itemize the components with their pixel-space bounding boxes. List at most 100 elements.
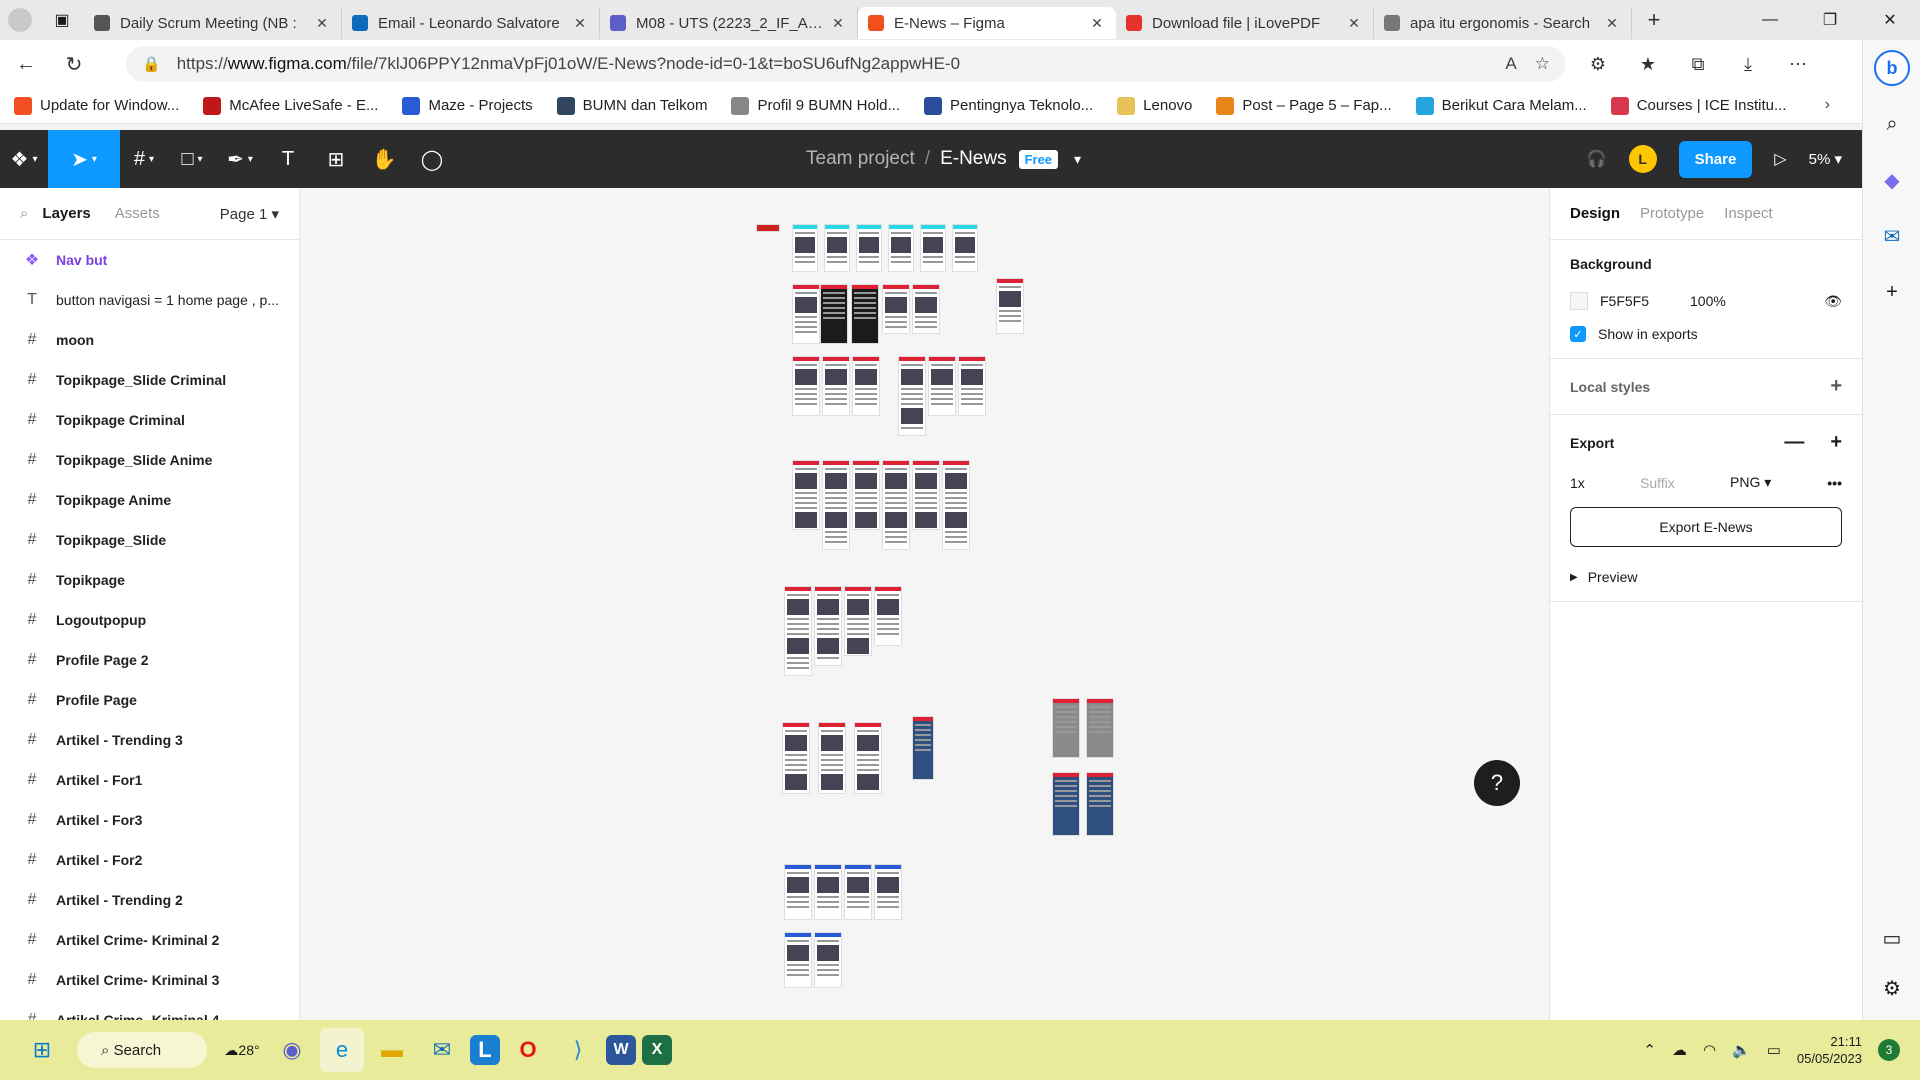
url-field[interactable]: 🔒 https://www.figma.com/file/7klJ06PPY12… [126,46,1566,82]
browser-tab[interactable]: apa itu ergonomis - Search ✕ [1374,7,1632,39]
preview-toggle[interactable]: Preview [1588,569,1638,585]
layer-item[interactable]: # Topikpage_Slide Criminal [0,360,299,400]
canvas-frame-thumbnail[interactable] [844,864,872,920]
shape-tool-icon[interactable]: □ ▾ [168,130,216,188]
tray-chevron-icon[interactable]: ⌃ [1643,1041,1656,1059]
canvas-frame-thumbnail[interactable] [784,586,812,676]
mail-icon[interactable]: ✉ [420,1028,464,1072]
canvas-component-marker[interactable] [756,224,780,232]
file-explorer-icon[interactable]: ▬ [370,1028,414,1072]
bookmark-item[interactable]: Pentingnya Teknolo... [924,96,1093,115]
browser-tab[interactable]: M08 - UTS (2223_2_IF_A_SI ✕ [600,7,858,39]
browser-tab[interactable]: E-News – Figma ✕ [858,7,1116,39]
tab-close-icon[interactable]: ✕ [1603,15,1621,32]
tab-prototype[interactable]: Prototype [1640,205,1704,222]
tab-design[interactable]: Design [1570,205,1620,222]
canvas-frame-thumbnail[interactable] [782,722,810,794]
add-export-icon[interactable]: + [1830,431,1842,454]
zoom-dropdown[interactable]: 5% ▾ [1809,150,1842,168]
export-suffix-input[interactable]: Suffix [1640,475,1730,491]
canvas-frame-thumbnail[interactable] [928,356,956,416]
profile-avatar[interactable] [0,0,40,40]
browser-tab[interactable]: Email - Leonardo Salvatore ✕ [342,7,600,39]
preview-caret-icon[interactable]: ▶ [1570,572,1578,583]
canvas-frame-thumbnail[interactable] [792,284,820,344]
canvas-frame-thumbnail[interactable] [792,224,818,272]
canvas-frame-thumbnail[interactable] [820,284,848,344]
canvas-frame-thumbnail[interactable] [792,356,820,416]
canvas-frame-thumbnail[interactable] [958,356,986,416]
canvas-frame-thumbnail[interactable] [822,460,850,550]
export-format-dropdown[interactable]: PNG ▾ [1730,474,1771,491]
layer-item[interactable]: # Artikel - Trending 3 [0,720,299,760]
search-icon[interactable]: ⌕ [1863,96,1920,152]
layer-item[interactable]: # Profile Page 2 [0,640,299,680]
design-canvas[interactable] [300,188,1549,1020]
canvas-frame-thumbnail[interactable] [852,460,880,530]
tab-assets[interactable]: Assets [115,205,160,222]
canvas-frame-thumbnail[interactable] [1086,772,1114,836]
bookmark-item[interactable]: Courses | ICE Institu... [1610,96,1786,115]
layer-item[interactable]: # Artikel Crime- Kriminal 4 [0,1000,299,1020]
layer-item[interactable]: # Artikel - For3 [0,800,299,840]
bookmark-item[interactable]: Maze - Projects [402,96,533,115]
move-tool-icon[interactable]: ➤ ▾ [48,130,120,188]
canvas-frame-thumbnail[interactable] [854,722,882,794]
canvas-frame-thumbnail[interactable] [912,284,940,334]
pen-tool-icon[interactable]: ✒ ▾ [216,130,264,188]
layer-item[interactable]: # Topikpage [0,560,299,600]
figma-menu-icon[interactable]: ❖ ▾ [0,130,48,188]
canvas-frame-thumbnail[interactable] [912,716,934,780]
canvas-frame-thumbnail[interactable] [1052,698,1080,758]
canvas-frame-thumbnail[interactable] [882,284,910,334]
canvas-frame-thumbnail[interactable] [844,586,872,656]
tab-actions-icon[interactable]: ▣ [40,0,84,40]
tab-layers[interactable]: Layers [42,205,90,222]
frame-tool-icon[interactable]: # ▾ [120,130,168,188]
canvas-frame-thumbnail[interactable] [852,356,880,416]
bookmark-item[interactable]: BUMN dan Telkom [556,96,707,115]
favorites-icon[interactable]: ★ [1626,46,1670,82]
minimize-button[interactable]: — [1740,0,1800,40]
layer-item[interactable]: # Artikel - Trending 2 [0,880,299,920]
user-avatar[interactable]: L [1628,145,1657,173]
canvas-frame-thumbnail[interactable] [856,224,882,272]
layer-item[interactable]: ❖ Nav but [0,240,299,280]
canvas-frame-thumbnail[interactable] [1052,772,1080,836]
layer-item[interactable]: # Topikpage_Slide Anime [0,440,299,480]
sidebar-settings-icon[interactable]: ⚙ [1863,960,1920,1016]
refresh-button[interactable]: ↻ [52,46,96,82]
present-play-icon[interactable]: ▷ [1774,149,1786,169]
file-title[interactable]: Team project / E-News Free ▾ [806,130,1081,188]
excel-icon[interactable]: X [642,1035,672,1065]
canvas-frame-thumbnail[interactable] [920,224,946,272]
close-window-button[interactable]: ✕ [1860,0,1920,40]
bookmarks-more-icon[interactable]: › [1825,96,1830,114]
remove-export-icon[interactable]: — [1784,431,1804,454]
edge-taskbar-icon[interactable]: e [320,1028,364,1072]
canvas-frame-thumbnail[interactable] [814,932,842,988]
layer-item[interactable]: # Artikel - For2 [0,840,299,880]
teams-chat-icon[interactable]: ◉ [270,1028,314,1072]
system-clock[interactable]: 21:11 05/05/2023 [1797,1033,1862,1067]
tab-close-icon[interactable]: ✕ [1345,15,1363,32]
layer-item[interactable]: # Topikpage Anime [0,480,299,520]
layer-item[interactable]: # Artikel Crime- Kriminal 2 [0,920,299,960]
tab-close-icon[interactable]: ✕ [829,15,847,32]
add-favorite-icon[interactable]: ☆ [1535,54,1550,74]
share-button[interactable]: Share [1678,140,1753,178]
more-menu-icon[interactable]: ⋯ [1776,46,1820,82]
opera-icon[interactable]: O [506,1028,550,1072]
export-button[interactable]: Export E-News [1570,507,1842,547]
read-aloud-icon[interactable]: A [1505,54,1516,74]
wifi-icon[interactable]: ◠ [1703,1041,1716,1059]
canvas-frame-thumbnail[interactable] [942,460,970,550]
notification-badge[interactable]: 3 [1878,1039,1900,1061]
bing-chat-button[interactable]: b [1863,40,1920,96]
canvas-frame-thumbnail[interactable] [874,586,902,646]
outlook-icon[interactable]: ✉ [1863,208,1920,264]
show-in-exports-checkbox[interactable]: ✓ [1570,326,1586,342]
copilot-icon[interactable]: ◆ [1863,152,1920,208]
chevron-down-icon[interactable]: ▾ [1074,151,1081,168]
text-tool-icon[interactable]: T [264,130,312,188]
